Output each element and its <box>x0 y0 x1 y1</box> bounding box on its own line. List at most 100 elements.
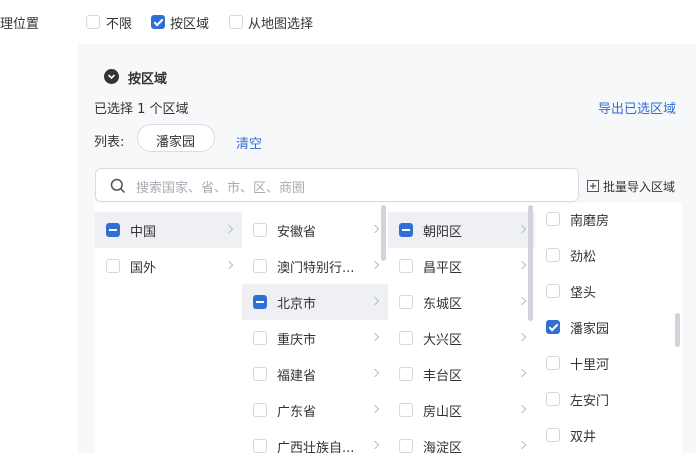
list-item-district[interactable]: 东城区 <box>388 284 535 320</box>
item-label: 朝阳区 <box>423 225 463 240</box>
list-item-province[interactable]: 澳门特别行... <box>242 248 388 284</box>
list-item-district[interactable]: 大兴区 <box>388 320 535 356</box>
list-item-district[interactable]: 丰台区 <box>388 356 535 392</box>
item-label: 丰台区 <box>423 369 463 384</box>
no-limit-checkbox[interactable] <box>86 15 100 29</box>
list-item-province[interactable]: 重庆市 <box>242 320 388 356</box>
item-label: 澳门特别行... <box>277 261 355 276</box>
province-checkbox[interactable] <box>253 295 267 309</box>
list-item-china[interactable]: 中国 <box>95 212 242 248</box>
area-checkbox[interactable] <box>546 392 560 406</box>
area-checkbox[interactable] <box>546 212 560 226</box>
item-label: 广东省 <box>277 405 317 420</box>
selected-tag-label: 潘家园 <box>156 135 196 150</box>
list-item-district[interactable]: 昌平区 <box>388 248 535 284</box>
chevron-right-icon <box>370 368 380 378</box>
item-label: 广西壮族自... <box>277 441 355 453</box>
search-placeholder: 搜索国家、省、市、区、商圈 <box>136 181 306 196</box>
item-label: 双井 <box>570 430 597 445</box>
list-item-area[interactable]: 十里河 <box>535 345 682 381</box>
list-item-district[interactable]: 海淀区 <box>388 428 535 453</box>
item-label: 国外 <box>130 261 157 276</box>
province-checkbox[interactable] <box>253 439 267 453</box>
chevron-right-icon <box>370 224 380 234</box>
province-checkbox[interactable] <box>253 331 267 345</box>
from-map-label: 从地图选择 <box>248 17 314 32</box>
by-region-label: 按区域 <box>170 17 210 32</box>
list-item-area[interactable]: 左安门 <box>535 381 682 417</box>
area-checkbox[interactable] <box>546 284 560 298</box>
section-title: 按区域 <box>128 72 168 87</box>
item-label: 重庆市 <box>277 333 317 348</box>
search-box[interactable]: 搜索国家、省、市、区、商圈 <box>95 168 579 202</box>
item-label: 大兴区 <box>423 333 463 348</box>
chevron-right-icon <box>370 332 380 342</box>
field-label: 理位置 <box>0 17 40 32</box>
item-label: 左安门 <box>570 394 610 409</box>
item-label: 劲松 <box>570 250 597 265</box>
no-limit-label: 不限 <box>106 17 133 32</box>
list-label: 列表: <box>94 135 125 150</box>
province-checkbox[interactable] <box>253 223 267 237</box>
chevron-right-icon <box>517 440 527 450</box>
item-label: 房山区 <box>423 405 463 420</box>
chevron-right-icon <box>370 260 380 270</box>
area-column: 南磨房 劲松 垡头 潘家园 十里河 左安门 双井 <box>535 203 682 453</box>
list-item-area[interactable]: 南磨房 <box>535 203 682 237</box>
area-checkbox[interactable] <box>546 248 560 262</box>
list-item-district[interactable]: 房山区 <box>388 392 535 428</box>
item-label: 中国 <box>130 225 157 240</box>
district-checkbox[interactable] <box>399 367 413 381</box>
chevron-right-icon <box>517 296 527 306</box>
list-item-province[interactable]: 安徽省 <box>242 212 388 248</box>
clear-link[interactable]: 清空 <box>236 133 262 152</box>
export-selected-link[interactable]: 导出已选区域 <box>598 98 676 117</box>
import-icon <box>587 180 599 192</box>
scrollbar[interactable] <box>381 205 386 261</box>
item-label: 北京市 <box>277 297 317 312</box>
item-label: 南磨房 <box>570 214 610 229</box>
district-checkbox[interactable] <box>399 223 413 237</box>
district-checkbox[interactable] <box>399 295 413 309</box>
chevron-right-icon <box>517 224 527 234</box>
list-item-area[interactable]: 潘家园 <box>535 309 682 345</box>
list-item-province[interactable]: 福建省 <box>242 356 388 392</box>
china-checkbox[interactable] <box>106 223 120 237</box>
selected-summary: 已选择 1 个区域 <box>94 102 189 117</box>
chevron-right-icon <box>517 368 527 378</box>
area-checkbox[interactable] <box>546 356 560 370</box>
chevron-right-icon <box>370 404 380 414</box>
item-label: 东城区 <box>423 297 463 312</box>
list-item-area[interactable]: 双井 <box>535 417 682 453</box>
area-checkbox[interactable] <box>546 428 560 442</box>
scrollbar[interactable] <box>675 313 680 347</box>
district-column: 朝阳区 昌平区 东城区 大兴区 丰台区 房山区 海淀区 <box>388 203 536 453</box>
list-item-district[interactable]: 朝阳区 <box>388 212 535 248</box>
collapse-icon[interactable] <box>104 69 119 84</box>
chevron-right-icon <box>370 440 380 450</box>
list-item-province[interactable]: 广东省 <box>242 392 388 428</box>
list-item-abroad[interactable]: 国外 <box>95 248 242 284</box>
item-label: 海淀区 <box>423 441 463 453</box>
list-item-province[interactable]: 广西壮族自... <box>242 428 388 453</box>
chevron-right-icon <box>517 260 527 270</box>
item-label: 潘家园 <box>570 322 610 337</box>
district-checkbox[interactable] <box>399 259 413 273</box>
district-checkbox[interactable] <box>399 403 413 417</box>
list-item-area[interactable]: 垡头 <box>535 273 682 309</box>
item-label: 十里河 <box>570 358 610 373</box>
province-checkbox[interactable] <box>253 403 267 417</box>
province-checkbox[interactable] <box>253 367 267 381</box>
province-checkbox[interactable] <box>253 259 267 273</box>
abroad-checkbox[interactable] <box>106 259 120 273</box>
district-checkbox[interactable] <box>399 439 413 453</box>
chevron-right-icon <box>517 332 527 342</box>
list-item-area[interactable]: 劲松 <box>535 237 682 273</box>
by-region-checkbox[interactable] <box>151 15 165 29</box>
scrollbar[interactable] <box>528 205 533 321</box>
district-checkbox[interactable] <box>399 331 413 345</box>
from-map-checkbox[interactable] <box>229 15 243 29</box>
selected-tag[interactable]: 潘家园 <box>137 124 215 152</box>
list-item-province[interactable]: 北京市 <box>242 284 388 320</box>
area-checkbox[interactable] <box>546 320 560 334</box>
